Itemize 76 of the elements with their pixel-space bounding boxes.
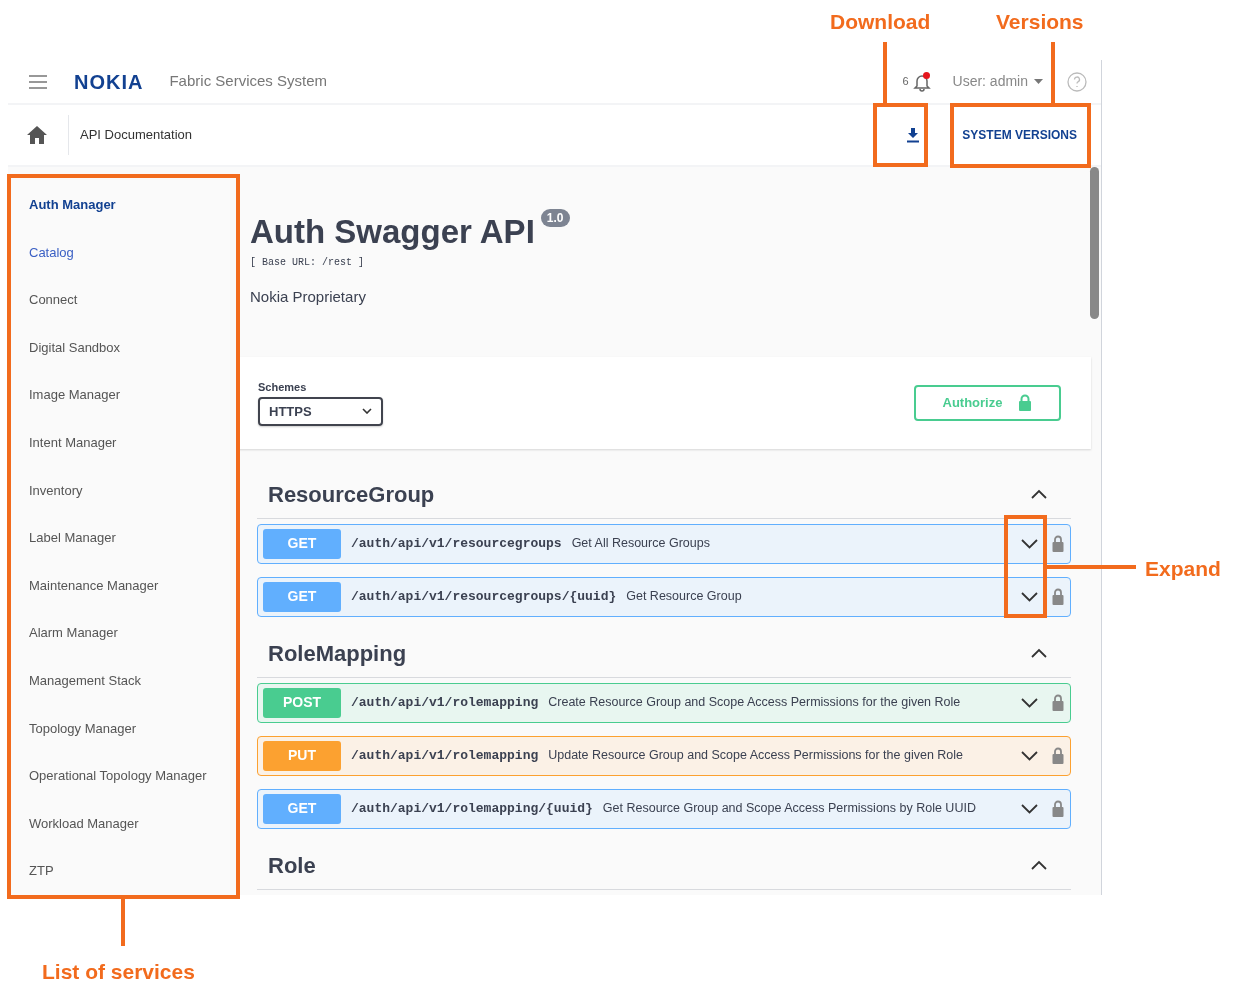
download-icon (906, 127, 921, 143)
chevron-down-icon[interactable] (1021, 591, 1038, 602)
section-title[interactable]: ResourceGroup (268, 477, 435, 511)
sidebar-item[interactable]: ZTP (8, 847, 238, 895)
scrollbar[interactable] (1090, 167, 1099, 319)
section-title[interactable]: Role (268, 848, 316, 882)
callout-label: Expand (1145, 556, 1221, 582)
sidebar-item[interactable]: Operational Topology Manager (8, 752, 238, 800)
menu-icon[interactable] (28, 74, 48, 89)
lock-icon[interactable] (1052, 800, 1064, 817)
method-badge: GET (263, 793, 341, 824)
lock-icon[interactable] (1052, 694, 1064, 711)
endpoint-summary: Update Resource Group and Scope Access Permissions for the given Role (548, 747, 964, 765)
logo: NOKIA (74, 69, 144, 95)
endpoint-path: /auth/api/v1/rolemapping (351, 746, 539, 765)
user-menu[interactable]: User: admin (952, 71, 1043, 92)
sidebar-item[interactable]: Digital Sandbox (8, 323, 238, 372)
sidebar-item[interactable]: Image Manager (8, 371, 238, 419)
sidebar-item[interactable]: Maintenance Manager (8, 561, 238, 610)
sidebar-item[interactable]: Label Manager (8, 514, 238, 562)
endpoint-summary: Get Resource Group and Scope Access Permissions by Role UUID (602, 800, 976, 818)
lock-icon (1018, 394, 1033, 411)
scheme-select[interactable]: HTTPS (258, 396, 383, 426)
operation-row[interactable]: PUT /auth/api/v1/rolemapping Update Resource Group and Scope Access Permissions for the given Role (257, 735, 1071, 776)
chevron-down-icon[interactable] (1021, 697, 1038, 708)
sidebar-item[interactable]: Auth Manager (8, 181, 238, 229)
page-title: API Documentation (80, 126, 192, 145)
operation-row[interactable]: POST /auth/api/v1/rolemapping Create Resource Group and Scope Access Permissions for the given Role (257, 682, 1071, 723)
sidebar-item[interactable]: Management Stack (8, 656, 238, 705)
operation-row[interactable]: GET /auth/api/v1/resourcegroups/{uuid} Get Resource Group (257, 576, 1071, 617)
api-title: Auth Swagger API (250, 212, 535, 252)
sidebar-item[interactable]: Workload Manager (8, 799, 238, 848)
endpoint-summary: Get All Resource Groups (571, 535, 710, 553)
chevron-up-icon[interactable] (1031, 648, 1047, 658)
endpoint-path: /auth/api/v1/rolemapping (351, 693, 539, 712)
chevron-up-icon[interactable] (1031, 860, 1047, 870)
bell-icon[interactable] (912, 71, 931, 92)
sidebar-item[interactable]: Connect (8, 276, 238, 324)
version-badge: 1.0 (540, 209, 570, 227)
system-versions-button[interactable]: SYSTEM VERSIONS (956, 115, 1083, 155)
chevron-down-icon[interactable] (1021, 538, 1038, 549)
section-title[interactable]: RoleMapping (268, 636, 407, 670)
app-name: Fabric Services System (169, 71, 327, 92)
base-url: [ Base URL: /rest ] (250, 256, 366, 270)
api-description: Nokia Proprietary (250, 287, 367, 307)
operation-row[interactable]: GET /auth/api/v1/resourcegroups Get All Resource Groups (257, 523, 1071, 564)
callout-label: Versions (996, 9, 1084, 35)
notification-count: 6 (902, 74, 909, 90)
chevron-down-icon (362, 408, 372, 415)
endpoint-summary: Create Resource Group and Scope Access Permissions for the given Role (548, 694, 961, 712)
caret-icon (1034, 79, 1043, 84)
callout-label: Download (830, 9, 931, 35)
sidebar-item[interactable]: Inventory (8, 466, 238, 515)
chevron-up-icon[interactable] (1031, 489, 1047, 499)
chevron-down-icon[interactable] (1021, 803, 1038, 814)
method-badge: PUT (263, 740, 341, 771)
lock-icon[interactable] (1052, 747, 1064, 764)
endpoint-path: /auth/api/v1/rolemapping/{uuid} (351, 799, 593, 818)
sidebar-item[interactable]: Catalog (8, 228, 238, 277)
method-badge: GET (263, 581, 341, 612)
lock-icon[interactable] (1052, 588, 1064, 605)
schemes-label: Schemes (258, 380, 308, 396)
chevron-down-icon[interactable] (1021, 750, 1038, 761)
lock-icon[interactable] (1052, 535, 1064, 552)
highlight-frame (873, 103, 928, 167)
endpoint-summary: Get Resource Group (626, 588, 742, 606)
sidebar-item[interactable]: Topology Manager (8, 704, 238, 753)
method-badge: POST (263, 687, 341, 718)
method-badge: GET (263, 528, 341, 559)
sidebar-item[interactable]: Intent Manager (8, 418, 238, 467)
sidebar-item[interactable]: Alarm Manager (8, 609, 238, 657)
endpoint-path: /auth/api/v1/resourcegroups/{uuid} (351, 587, 617, 606)
endpoint-path: /auth/api/v1/resourcegroups (351, 534, 562, 553)
home-icon[interactable] (26, 125, 48, 145)
operation-row[interactable]: GET /auth/api/v1/rolemapping/{uuid} Get Resource Group and Scope Access Permissions by Role UUID (257, 788, 1071, 829)
callout-label: List of services (42, 959, 195, 982)
